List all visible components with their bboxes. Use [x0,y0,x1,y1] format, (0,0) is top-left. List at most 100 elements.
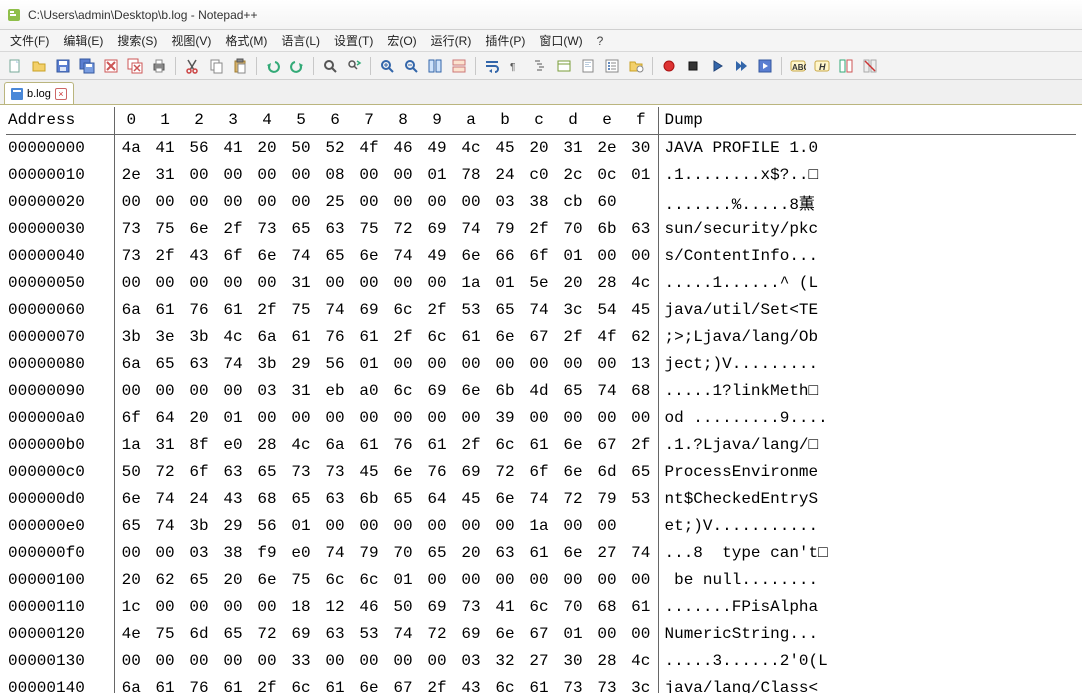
hex-byte[interactable]: 63 [318,620,352,647]
hex-byte[interactable]: 6e [114,485,148,512]
hex-byte[interactable]: 5e [522,269,556,296]
hex-byte[interactable]: 6f [522,242,556,269]
hex-byte[interactable]: 73 [556,674,590,693]
hex-byte[interactable]: 00 [352,269,386,296]
hex-byte[interactable]: 41 [488,593,522,620]
stop-macro-button[interactable] [682,55,704,77]
hex-byte[interactable]: 01 [352,350,386,377]
hex-byte[interactable]: 00 [590,512,624,539]
hex-byte[interactable]: 61 [216,296,250,323]
hex-byte[interactable]: 00 [454,188,488,215]
hex-byte[interactable]: 70 [386,539,420,566]
compare-button[interactable] [835,55,857,77]
hex-byte[interactable]: a0 [352,377,386,404]
hex-byte[interactable]: e0 [216,431,250,458]
hex-byte[interactable]: 74 [148,485,182,512]
hex-byte[interactable]: 00 [148,539,182,566]
hex-byte[interactable]: 4d [522,377,556,404]
hex-byte[interactable]: 00 [386,404,420,431]
hex-byte[interactable]: 2f [624,431,658,458]
hex-byte[interactable]: 73 [114,242,148,269]
hex-byte[interactable]: 00 [216,161,250,188]
hex-byte[interactable]: 53 [454,296,488,323]
menu-help[interactable]: ? [591,32,610,50]
hex-byte[interactable]: 4c [624,647,658,674]
hex-byte[interactable]: 6c [352,566,386,593]
hex-byte[interactable]: 1a [114,431,148,458]
hex-address[interactable]: 00000120 [6,620,114,647]
hex-byte[interactable]: 24 [488,161,522,188]
hex-dump[interactable]: ...8 type can't□ [658,539,1076,566]
hex-byte[interactable]: 6c [488,431,522,458]
hex-byte[interactable]: 00 [182,269,216,296]
close-all-button[interactable] [124,55,146,77]
new-file-button[interactable] [4,55,26,77]
hex-byte[interactable]: 00 [114,377,148,404]
hex-byte[interactable]: 50 [114,458,148,485]
hex-byte[interactable]: 74 [522,296,556,323]
hex-byte[interactable]: 56 [318,350,352,377]
hex-byte[interactable]: 20 [114,566,148,593]
hex-dump[interactable]: .1.?Ljava/lang/□ [658,431,1076,458]
hex-byte[interactable]: 0c [590,161,624,188]
cut-button[interactable] [181,55,203,77]
hex-byte[interactable]: 00 [114,188,148,215]
hex-byte[interactable]: 65 [386,485,420,512]
hex-byte[interactable]: 00 [590,242,624,269]
hex-byte[interactable]: 45 [454,485,488,512]
hex-byte[interactable]: 76 [318,323,352,350]
hex-byte[interactable]: 63 [216,458,250,485]
hex-byte[interactable]: 63 [488,539,522,566]
hex-byte[interactable]: 2f [386,323,420,350]
spellcheck-button[interactable]: ABC [787,55,809,77]
hex-byte[interactable]: c0 [522,161,556,188]
hex-byte[interactable]: 6e [454,377,488,404]
hex-byte[interactable]: 67 [590,431,624,458]
hex-byte[interactable]: 61 [522,674,556,693]
hex-dump[interactable]: .......FPisAlpha [658,593,1076,620]
hex-byte[interactable]: 00 [454,566,488,593]
hex-byte[interactable]: 69 [284,620,318,647]
hex-byte[interactable]: 00 [488,566,522,593]
hex-dump[interactable]: s/ContentInfo... [658,242,1076,269]
hex-byte[interactable]: 31 [284,269,318,296]
hex-byte[interactable]: 00 [148,188,182,215]
hex-byte[interactable]: 00 [522,566,556,593]
hex-byte[interactable]: 00 [386,188,420,215]
hex-byte[interactable]: 73 [454,593,488,620]
hex-byte[interactable]: 65 [250,458,284,485]
hex-byte[interactable]: 74 [454,215,488,242]
hex-byte[interactable]: 6e [556,431,590,458]
hex-byte[interactable]: 6e [352,242,386,269]
hex-byte[interactable]: 54 [590,296,624,323]
hex-byte[interactable]: 01 [624,161,658,188]
hex-byte[interactable]: 31 [148,161,182,188]
hex-byte[interactable]: 43 [182,242,216,269]
hex-byte[interactable]: 4c [216,323,250,350]
hex-byte[interactable]: 00 [284,161,318,188]
hex-byte[interactable]: 61 [216,674,250,693]
hex-byte[interactable]: 74 [522,485,556,512]
hex-byte[interactable]: 6c [420,323,454,350]
hex-byte[interactable]: 65 [556,377,590,404]
hex-byte[interactable]: 00 [420,647,454,674]
hex-byte[interactable]: 18 [284,593,318,620]
hex-byte[interactable]: 65 [488,296,522,323]
hex-byte[interactable]: 2f [148,242,182,269]
hex-byte[interactable]: 30 [556,647,590,674]
hex-byte[interactable]: 50 [284,134,318,161]
hex-byte[interactable]: 29 [216,512,250,539]
hex-byte[interactable]: 4a [114,134,148,161]
hex-dump[interactable]: nt$CheckedEntryS [658,485,1076,512]
hex-byte[interactable]: 52 [318,134,352,161]
hex-byte[interactable]: 50 [386,593,420,620]
hex-byte[interactable]: 1a [454,269,488,296]
hex-byte[interactable]: 6c [318,566,352,593]
hex-byte[interactable] [624,188,658,215]
hex-byte[interactable]: 76 [386,431,420,458]
hex-byte[interactable]: 56 [182,134,216,161]
hex-byte[interactable]: 75 [148,215,182,242]
hex-byte[interactable]: 38 [522,188,556,215]
hex-byte[interactable]: 00 [318,647,352,674]
hex-byte[interactable]: 00 [216,188,250,215]
